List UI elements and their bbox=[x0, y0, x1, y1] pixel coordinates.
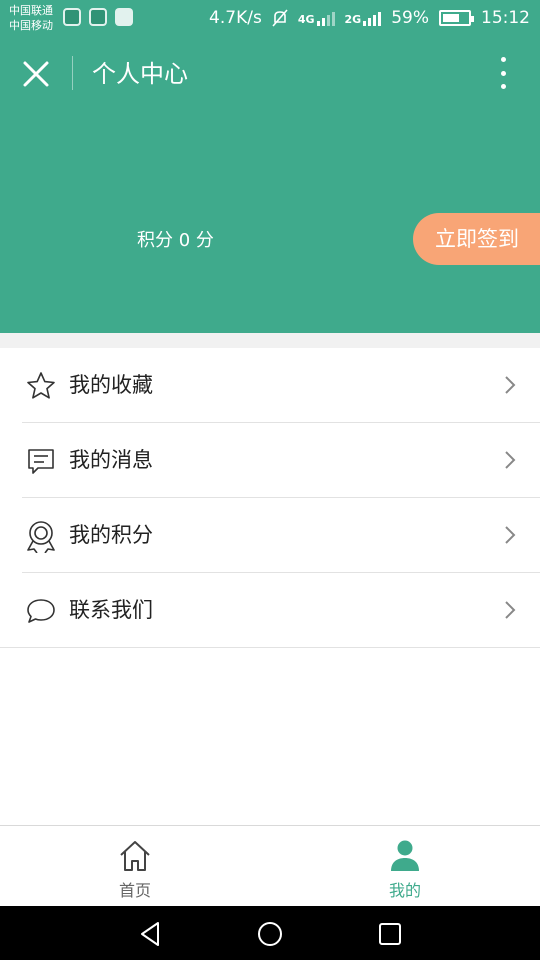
profile-header: 个人中心 积分 0 分 立即签到 bbox=[0, 38, 540, 333]
star-icon bbox=[27, 372, 55, 399]
carrier-1: 中国联通 bbox=[9, 4, 53, 17]
chevron-right-icon bbox=[505, 451, 516, 469]
menu-item-label: 我的消息 bbox=[69, 448, 153, 472]
recent-apps-icon[interactable] bbox=[376, 920, 404, 948]
menu-item-label: 我的收藏 bbox=[69, 373, 153, 397]
close-icon[interactable] bbox=[22, 60, 50, 88]
tab-me-label: 我的 bbox=[388, 881, 421, 900]
system-navigation-bar bbox=[0, 906, 540, 960]
menu-list: 我的收藏 我的消息 我的积分 联系我们 bbox=[0, 348, 540, 648]
chevron-right-icon bbox=[505, 526, 516, 544]
user-icon bbox=[391, 840, 419, 871]
menu-item-label: 我的积分 bbox=[69, 523, 153, 547]
home-icon bbox=[120, 841, 150, 871]
chevron-right-icon bbox=[505, 601, 516, 619]
battery-percent: 59% bbox=[391, 8, 429, 28]
menu-item-label: 联系我们 bbox=[69, 598, 153, 622]
section-gap bbox=[0, 333, 540, 348]
bottom-tab-bar: 首页 我的 bbox=[0, 825, 540, 907]
menu-item-messages[interactable]: 我的消息 bbox=[0, 423, 540, 498]
location-notification-icon bbox=[89, 8, 107, 26]
clock: 15:12 bbox=[481, 8, 530, 28]
network-2g-label: 2G bbox=[344, 13, 362, 26]
carrier-info: 中国联通 中国移动 bbox=[9, 3, 53, 33]
checkin-button[interactable]: 立即签到 bbox=[413, 213, 540, 265]
chat-bubble-icon bbox=[27, 599, 55, 623]
back-icon[interactable] bbox=[136, 920, 164, 948]
tab-home-label: 首页 bbox=[118, 881, 151, 900]
network-speed: 4.7K/s bbox=[209, 8, 262, 28]
status-right: 4.7K/s 4G 2G 59% 15:12 bbox=[209, 8, 530, 28]
image-notification-icon bbox=[115, 8, 133, 26]
chevron-right-icon bbox=[505, 376, 516, 394]
battery-icon bbox=[439, 10, 474, 26]
mute-icon bbox=[272, 9, 288, 27]
network-4g-label: 4G bbox=[297, 13, 315, 26]
points-text: 积分 0 分 bbox=[137, 230, 214, 251]
notification-icons bbox=[63, 8, 133, 26]
tab-home[interactable]: 首页 bbox=[0, 826, 270, 907]
menu-item-favorites[interactable]: 我的收藏 bbox=[0, 348, 540, 423]
signal-2g-icon bbox=[363, 10, 382, 26]
message-icon bbox=[28, 449, 54, 474]
home-button-icon[interactable] bbox=[256, 920, 284, 948]
more-options-icon[interactable] bbox=[496, 57, 510, 89]
badge-icon bbox=[27, 521, 55, 553]
title-divider bbox=[72, 56, 73, 90]
status-bar: 中国联通 中国移动 4.7K/s 4G 2G 59% 15:12 bbox=[0, 0, 540, 38]
tab-me[interactable]: 我的 bbox=[270, 826, 540, 907]
page-title: 个人中心 bbox=[92, 60, 188, 88]
carrier-2: 中国移动 bbox=[9, 19, 53, 32]
menu-item-points[interactable]: 我的积分 bbox=[0, 498, 540, 573]
app-notification-icon bbox=[63, 8, 81, 26]
menu-item-contact[interactable]: 联系我们 bbox=[0, 573, 540, 648]
signal-4g-icon bbox=[316, 10, 335, 26]
